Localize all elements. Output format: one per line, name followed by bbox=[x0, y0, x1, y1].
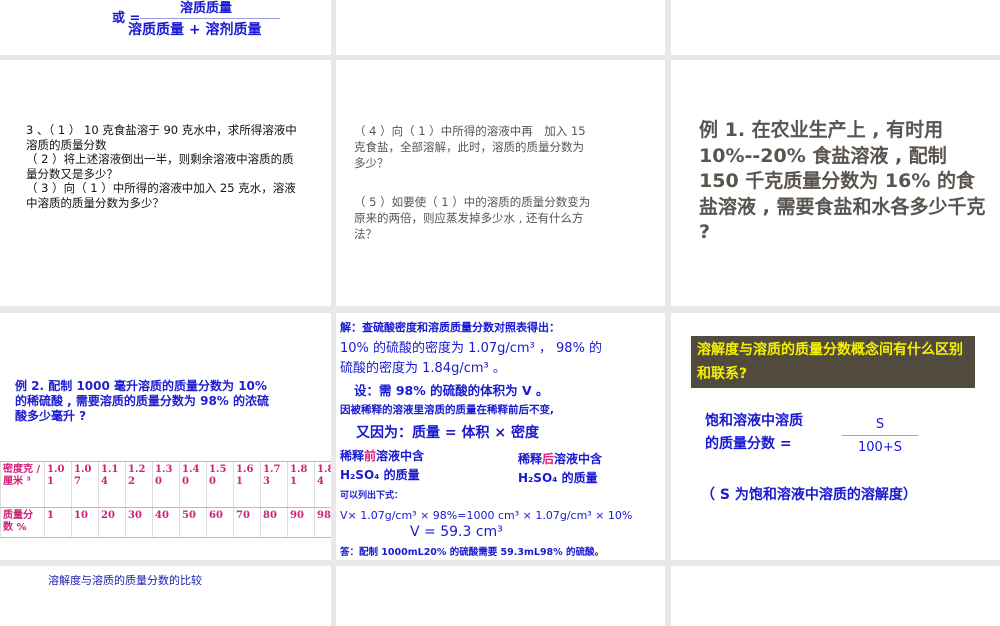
solution-line: 因被稀释的溶液里溶质的质量在稀释前后不变, bbox=[340, 404, 554, 416]
slide-thumbnail-8[interactable]: 解：查硫酸密度和溶质质量分数对照表得出： 10% 的硫酸的密度为 1.07g/c… bbox=[336, 313, 665, 560]
fraction-line bbox=[140, 18, 280, 19]
table-cell: 30 bbox=[125, 507, 153, 538]
text-line: 例 2. 配制 1000 毫升溶质的质量分数为 10% bbox=[15, 379, 267, 393]
table-cell: 1.50 bbox=[206, 461, 234, 508]
answer: 答：配制 1000mL20% 的硫酸需要 59.3mL98% 的硫酸。 bbox=[340, 547, 604, 558]
table-cell: 1.14 bbox=[98, 461, 126, 508]
h2so4-before: H₂SO₄ 的质量 bbox=[340, 468, 420, 482]
text-line: 的稀硫酸 , 需要溶质的质量分数为 98% 的浓硫 bbox=[15, 394, 269, 408]
table-row: 质量分数 % 1 10 20 30 40 50 60 70 80 90 98 bbox=[0, 507, 331, 538]
equation: V× 1.07g/cm³ × 98%=1000 cm³ × 1.07g/cm³ … bbox=[340, 509, 633, 522]
text: 后 bbox=[542, 452, 555, 466]
slide-thumbnail-5[interactable]: （ 4 ）向（ 1 ）中所得的溶液中再 加入 15 克食盐，全部溶解，此时，溶质… bbox=[336, 60, 665, 306]
note: （ S 为饱和溶液中溶质的溶解度） bbox=[701, 487, 917, 503]
slide-thumbnail-2[interactable] bbox=[336, 0, 665, 55]
table-cell: 98 bbox=[314, 507, 331, 538]
text: 稀释 bbox=[340, 449, 365, 463]
table-cell: 70 bbox=[233, 507, 261, 538]
text-line: 多少？ bbox=[354, 156, 389, 170]
slide-thumbnail-4[interactable]: 3 、（ 1 ） 10 克食盐溶于 90 克水中，求所得溶液中 溶质的质量分数 … bbox=[0, 60, 331, 306]
slide-thumbnail-12[interactable] bbox=[671, 566, 1000, 626]
denominator: 溶质质量 + 溶剂质量 bbox=[128, 22, 262, 38]
text-line: 克食盐，全部溶解，此时，溶质的质量分数为 bbox=[354, 140, 584, 154]
solution-line: 10% 的硫酸的密度为 1.07g/cm³ ， 98% 的 bbox=[340, 341, 603, 356]
table-cell: 1.30 bbox=[152, 461, 180, 508]
exercise-4-text: （ 4 ）向（ 1 ）中所得的溶液中再 加入 15 克食盐，全部溶解，此时，溶质… bbox=[354, 123, 586, 171]
numerator: S bbox=[842, 417, 918, 436]
table-cell: 1.61 bbox=[233, 461, 261, 508]
solution-line: 硫酸的密度为 1.84g/cm³ 。 bbox=[340, 361, 506, 376]
after-dilution-label: 稀释后溶液中含 bbox=[518, 450, 602, 467]
table-cell: 1.40 bbox=[179, 461, 207, 508]
h2so4-after: H₂SO₄ 的质量 bbox=[518, 471, 598, 485]
text: 前 bbox=[364, 449, 377, 463]
slide-thumbnail-6[interactable]: 例 1. 在农业生产上 , 有时用 10%--20% 食盐溶液 , 配制 150… bbox=[671, 60, 1000, 306]
table-cell: 60 bbox=[206, 507, 234, 538]
question-banner: 溶解度与溶质的质量分数概念间有什么区别和联系? bbox=[691, 336, 975, 388]
table-cell: 10 bbox=[71, 507, 99, 538]
text: 稀释 bbox=[518, 452, 543, 466]
row-label: 质量分数 % bbox=[0, 507, 45, 538]
text: 溶液中含 bbox=[376, 449, 425, 463]
text-line: （ 4 ）向（ 1 ）中所得的溶液中再 加入 15 bbox=[354, 124, 586, 138]
formula-label: 饱和溶液中溶质 bbox=[705, 413, 803, 429]
text-line: 3 、（ 1 ） 10 克食盐溶于 90 克水中，求所得溶液中 bbox=[26, 123, 297, 137]
exercise-3-text: 3 、（ 1 ） 10 克食盐溶于 90 克水中，求所得溶液中 溶质的质量分数 … bbox=[26, 123, 297, 210]
solution-line: 可以列出下式： bbox=[340, 491, 404, 501]
text-line: 法？ bbox=[354, 227, 377, 241]
table-cell: 80 bbox=[260, 507, 288, 538]
table-cell: 40 bbox=[152, 507, 180, 538]
table-cell: 1.22 bbox=[125, 461, 153, 508]
table-row: 密度克 / 厘米 ³ 1.01 1.07 1.14 1.22 1.30 1.40… bbox=[0, 461, 331, 508]
slide-thumbnail-1[interactable]: 溶质质量 或 = 溶质质量 + 溶剂质量 bbox=[0, 0, 331, 55]
text-line: 溶质的质量分数 bbox=[26, 137, 107, 152]
table-cell: 1.07 bbox=[71, 461, 99, 508]
text-line: 酸多少毫升 ? bbox=[15, 409, 87, 423]
text-line: （ 5 ）如要使（ 1 ）中的溶质的质量分数变为 bbox=[354, 195, 591, 209]
before-dilution-label: 稀释前溶液中含 bbox=[340, 447, 424, 464]
solution-line: 又因为：质量 = 体积 × 密度 bbox=[356, 425, 539, 441]
exercise-5-text: （ 5 ）如要使（ 1 ）中的溶质的质量分数变为 原来的两倍，则应蒸发掉多少水 … bbox=[354, 194, 590, 242]
table-cell: 1 bbox=[44, 507, 72, 538]
table-cell: 50 bbox=[179, 507, 207, 538]
slide-title: 溶解度与溶质的质量分数的比较 bbox=[48, 574, 202, 587]
slide-thumbnail-7[interactable]: 例 2. 配制 1000 毫升溶质的质量分数为 10% 的稀硫酸 , 需要溶质的… bbox=[0, 313, 331, 560]
result: V = 59.3 cm³ bbox=[410, 524, 503, 540]
density-table: 密度克 / 厘米 ³ 1.01 1.07 1.14 1.22 1.30 1.40… bbox=[0, 461, 331, 538]
table-cell: 1.84 bbox=[314, 461, 331, 508]
text-line: 量分数又是多少？ bbox=[26, 166, 118, 181]
numerator: 溶质质量 bbox=[180, 1, 233, 16]
slide-thumbnail-10[interactable]: 溶解度与溶质的质量分数的比较 bbox=[0, 566, 331, 626]
formula-label: 的质量分数 = bbox=[705, 436, 792, 452]
solubility-fraction: S 100+S bbox=[842, 417, 918, 455]
solution-line: 解：查硫酸密度和溶质质量分数对照表得出： bbox=[340, 321, 560, 334]
text-line: 原来的两倍，则应蒸发掉多少水 , 还有什么方 bbox=[354, 211, 584, 225]
row-label: 密度克 / 厘米 ³ bbox=[0, 461, 45, 508]
slide-thumbnail-3[interactable] bbox=[671, 0, 1000, 55]
slide-thumbnail-11[interactable] bbox=[336, 566, 665, 626]
table-cell: 1.73 bbox=[260, 461, 288, 508]
slide-thumbnail-9[interactable]: 溶解度与溶质的质量分数概念间有什么区别和联系? 饱和溶液中溶质 的质量分数 = … bbox=[671, 313, 1000, 560]
table-cell: 1.01 bbox=[44, 461, 72, 508]
text-line: 中溶质的质量分数为多少？ bbox=[26, 195, 164, 210]
example-2-text: 例 2. 配制 1000 毫升溶质的质量分数为 10% 的稀硫酸 , 需要溶质的… bbox=[15, 379, 269, 424]
text-line: （ 3 ）向（ 1 ）中所得的溶液中加入 25 克水，溶液 bbox=[26, 181, 296, 195]
text: 溶液中含 bbox=[554, 452, 603, 466]
solution-line: 设：需 98% 的硫酸的体积为 V 。 bbox=[354, 383, 549, 398]
table-cell: 90 bbox=[287, 507, 315, 538]
table-cell: 20 bbox=[98, 507, 126, 538]
text-line: （ 2 ）将上述溶液倒出一半，则剩余溶液中溶质的质 bbox=[26, 152, 294, 166]
denominator: 100+S bbox=[858, 440, 902, 455]
table-cell: 1.81 bbox=[287, 461, 315, 508]
example-1-text: 例 1. 在农业生产上 , 有时用 10%--20% 食盐溶液 , 配制 150… bbox=[699, 119, 986, 243]
